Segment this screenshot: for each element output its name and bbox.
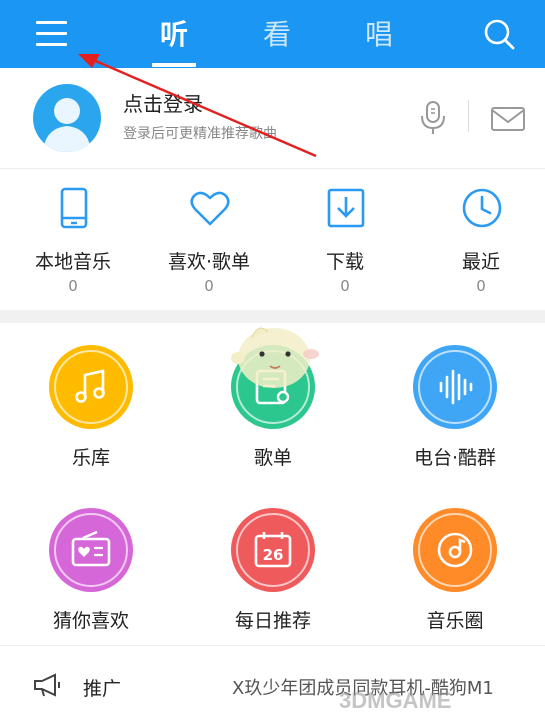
clock-icon	[462, 188, 502, 228]
stat-count: 0	[476, 277, 486, 295]
phone-icon	[60, 187, 88, 229]
playlist-circle	[231, 345, 315, 429]
playlist-icon	[255, 369, 290, 405]
microphone-icon[interactable]	[418, 100, 448, 136]
download-button[interactable]: 下载 0	[277, 169, 413, 311]
playlist-button[interactable]: 歌单	[182, 323, 364, 483]
watermark: 3DMGAME	[339, 688, 452, 713]
promo-row[interactable]: 推广 X玖少年团成员同款耳机-酷狗M1	[0, 645, 545, 723]
grid-label: 每日推荐	[234, 610, 311, 632]
disc-icon	[437, 532, 473, 568]
favorites-playlist-button[interactable]: 喜欢·歌单 0	[141, 169, 277, 311]
radio-group-circle	[413, 345, 497, 429]
music-note-icon	[75, 369, 105, 403]
stat-count: 0	[68, 277, 78, 295]
active-tab-indicator	[152, 63, 196, 67]
stat-label: 喜欢·歌单	[167, 251, 251, 273]
daily-recommend-button[interactable]: 26 每日推荐	[182, 486, 364, 646]
calendar-icon: 26	[254, 532, 292, 568]
grid-label: 猜你喜欢	[52, 610, 129, 632]
login-subtitle: 登录后可更精准推荐歌曲	[123, 126, 277, 142]
grid-label: 电台·酷群	[413, 447, 497, 469]
stat-count: 0	[340, 277, 350, 295]
avatar[interactable]	[33, 84, 101, 152]
tab-watch[interactable]: 看	[255, 13, 299, 53]
guess-you-like-button[interactable]: 猜你喜欢	[0, 486, 182, 646]
stats-row: 本地音乐 0 喜欢·歌单 0 下载 0 最近 0	[0, 168, 545, 310]
grid-label: 乐库	[71, 447, 110, 469]
sound-wave-icon	[439, 369, 473, 405]
heart-icon	[190, 191, 230, 226]
music-library-button[interactable]: 乐库	[0, 323, 182, 483]
calendar-badge: 26	[263, 546, 284, 564]
mail-icon[interactable]	[490, 105, 526, 133]
music-circle-circle	[413, 508, 497, 592]
grid-label: 歌单	[253, 447, 292, 469]
stat-count: 0	[204, 277, 214, 295]
music-library-circle	[49, 345, 133, 429]
megaphone-icon	[34, 673, 60, 697]
profile-section: 点击登录 登录后可更精准推荐歌曲	[0, 68, 545, 168]
download-icon	[327, 188, 365, 228]
stat-label: 本地音乐	[34, 251, 111, 273]
divider	[468, 100, 469, 132]
tab-listen[interactable]: 听	[152, 13, 196, 53]
menu-icon[interactable]	[36, 18, 70, 48]
radio-group-button[interactable]: 电台·酷群	[364, 323, 545, 483]
login-title[interactable]: 点击登录	[123, 88, 203, 117]
radio-heart-icon	[71, 530, 111, 567]
recent-button[interactable]: 最近 0	[413, 169, 545, 311]
guess-you-like-circle	[49, 508, 133, 592]
search-icon[interactable]	[481, 16, 517, 52]
daily-recommend-circle: 26	[231, 508, 315, 592]
music-circle-button[interactable]: 音乐圈	[364, 486, 545, 646]
top-bar: 听 看 唱	[0, 0, 545, 68]
promo-label: 推广	[83, 678, 122, 700]
stat-label: 最近	[461, 251, 500, 273]
feature-grid: 乐库 歌单 电台·酷群 猜你喜欢 26 每日推荐 音乐圈	[0, 323, 545, 645]
stat-label: 下载	[325, 251, 364, 273]
grid-label: 音乐圈	[426, 610, 484, 632]
tab-sing[interactable]: 唱	[357, 13, 401, 53]
local-music-button[interactable]: 本地音乐 0	[5, 169, 141, 311]
